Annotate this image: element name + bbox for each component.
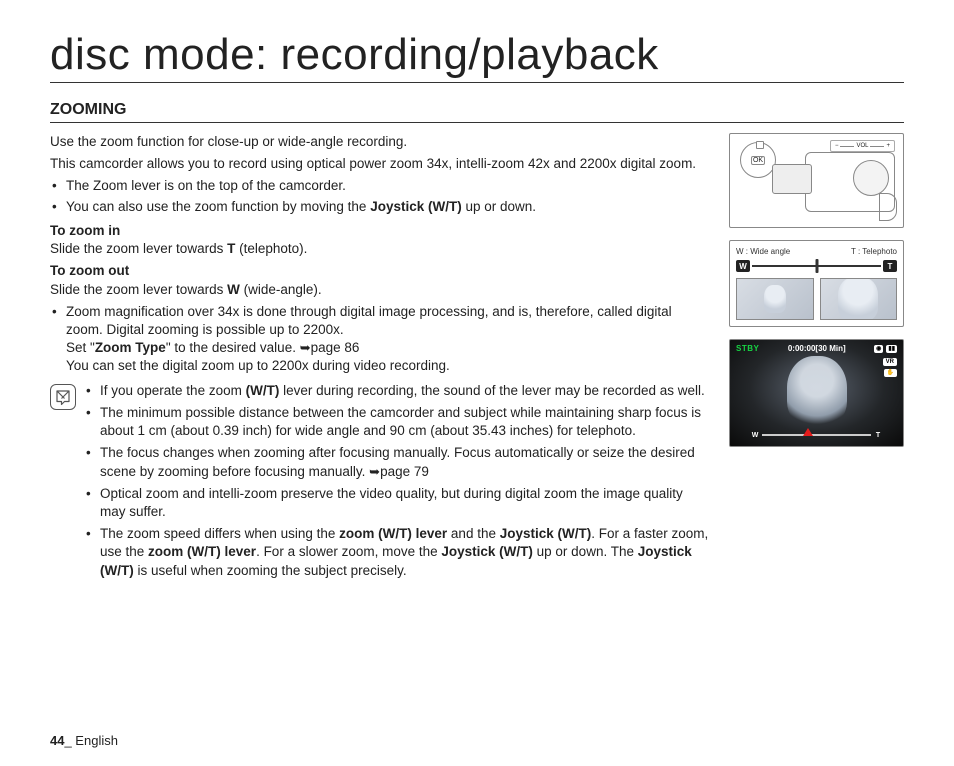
- joystick-icon: OK: [740, 142, 776, 178]
- stby-label: STBY: [736, 344, 759, 353]
- arrow-icon: ➥: [369, 464, 380, 479]
- plus: +: [886, 143, 890, 149]
- main-column: Use the zoom function for close-up or wi…: [50, 133, 709, 584]
- zoom-in-line: Slide the zoom lever towards T (telephot…: [50, 240, 709, 258]
- text: Slide the zoom lever towards: [50, 282, 227, 297]
- text: is useful when zooming the subject preci…: [134, 563, 407, 578]
- section-title: ZOOMING: [50, 101, 904, 123]
- top-bullet-2: You can also use the zoom function by mo…: [50, 198, 709, 216]
- top-bullet-1: The Zoom lever is on the top of the camc…: [50, 177, 709, 195]
- osd-zoom-track: [762, 434, 871, 436]
- text: Zoom magnification over 34x is done thro…: [66, 304, 672, 337]
- cap-t: T: [883, 260, 897, 272]
- camera-lens-icon: [853, 160, 889, 196]
- ok-label: OK: [751, 156, 765, 165]
- zoom-bar: W T: [736, 260, 897, 272]
- zoom-out-heading: To zoom out: [50, 262, 709, 280]
- note-item-1: If you operate the zoom (W/T) lever duri…: [84, 382, 709, 400]
- text: The zoom speed differs when using the: [100, 526, 339, 541]
- w-bold: W: [227, 282, 240, 297]
- wt-bold: (W/T): [246, 383, 280, 398]
- content-wrap: Use the zoom function for close-up or wi…: [50, 133, 904, 584]
- note-item-4: Optical zoom and intelli-zoom preserve t…: [84, 485, 709, 521]
- osd-zoom-pointer: [803, 428, 813, 436]
- page-ref: page 86: [311, 340, 360, 355]
- bold: zoom (W/T) lever: [148, 544, 256, 559]
- zoom-knob: [815, 259, 818, 273]
- text: " to the desired value.: [166, 340, 300, 355]
- zoom-out-bullet: Zoom magnification over 34x is done thro…: [50, 303, 709, 376]
- stabilizer-icon: ✋: [884, 369, 897, 377]
- zoom-in-heading: To zoom in: [50, 222, 709, 240]
- arrow-icon: ➥: [300, 340, 311, 355]
- minus: −: [835, 143, 839, 149]
- figure-camcorder: OK − VOL +: [729, 133, 904, 228]
- top-bullets: The Zoom lever is on the top of the camc…: [50, 177, 709, 215]
- osd-t: T: [873, 432, 883, 439]
- bold: Joystick (W/T): [500, 526, 592, 541]
- zoom-out-line: Slide the zoom lever towards W (wide-ang…: [50, 281, 709, 299]
- text: (wide-angle).: [240, 282, 322, 297]
- side-column: OK − VOL + W : Wide angle T : Telephoto W …: [729, 133, 904, 584]
- disc-icon: ◉: [874, 345, 883, 353]
- telephoto-label: T : Telephoto: [851, 247, 897, 256]
- bold: Joystick (W/T): [441, 544, 533, 559]
- text: up or down.: [462, 199, 536, 214]
- figure-zoom-scale: W : Wide angle T : Telephoto W T: [729, 240, 904, 327]
- thumb-tele: [820, 278, 898, 320]
- vr-icon: VR: [883, 358, 897, 366]
- osd-right-icons: VR ✋: [883, 358, 897, 377]
- text: The Zoom lever is on the top of the camc…: [66, 178, 346, 193]
- camera-strap-icon: [879, 193, 897, 221]
- osd-top-icons: ◉ ▮▮: [874, 345, 897, 353]
- page-ref: page 79: [380, 464, 429, 479]
- text: lever during recording, the sound of the…: [279, 383, 704, 398]
- osd-top-row: STBY 0:00:00[30 Min] ◉ ▮▮: [730, 344, 903, 353]
- text: up or down. The: [533, 544, 638, 559]
- zoom-scale-labels: W : Wide angle T : Telephoto: [736, 247, 897, 256]
- intro-line-2: This camcorder allows you to record usin…: [50, 155, 709, 173]
- note-item-3: The focus changes when zooming after foc…: [84, 444, 709, 480]
- volume-indicator: − VOL +: [830, 140, 895, 152]
- text: You can set the digital zoom up to 2200x…: [66, 358, 450, 373]
- zoom-out-bullets: Zoom magnification over 34x is done thro…: [50, 303, 709, 376]
- note-icon: [50, 384, 76, 410]
- joystick-bold: Joystick (W/T): [370, 199, 462, 214]
- text: The minimum possible distance between th…: [100, 405, 701, 438]
- text: . For a slower zoom, move the: [256, 544, 441, 559]
- note-item-2: The minimum possible distance between th…: [84, 404, 709, 440]
- text: Set ": [66, 340, 95, 355]
- zoom-type-bold: Zoom Type: [95, 340, 166, 355]
- page-number-value: 44: [50, 733, 64, 748]
- figure-osd-preview: STBY 0:00:00[30 Min] ◉ ▮▮ VR ✋ W T: [729, 339, 904, 447]
- text: If you operate the zoom: [100, 383, 246, 398]
- text: (telephoto).: [235, 241, 307, 256]
- thumb-wide: [736, 278, 814, 320]
- page-title: disc mode: recording/playback: [50, 30, 904, 83]
- battery-icon: ▮▮: [886, 345, 897, 353]
- note-list: If you operate the zoom (W/T) lever duri…: [84, 382, 709, 584]
- text: You can also use the zoom function by mo…: [66, 199, 370, 214]
- cap-w: W: [736, 260, 750, 272]
- wide-angle-label: W : Wide angle: [736, 247, 790, 256]
- subject-icon: [787, 356, 847, 426]
- osd-w: W: [750, 432, 760, 439]
- note-block: If you operate the zoom (W/T) lever duri…: [50, 382, 709, 584]
- note-item-5: The zoom speed differs when using the zo…: [84, 525, 709, 580]
- page-number: 44_ English: [50, 733, 118, 748]
- page-lang: _ English: [64, 733, 117, 748]
- text: Optical zoom and intelli-zoom preserve t…: [100, 486, 683, 519]
- zoom-thumbs: [736, 278, 897, 320]
- timecode-label: 0:00:00[30 Min]: [788, 344, 846, 353]
- text: Slide the zoom lever towards: [50, 241, 227, 256]
- vol-label: VOL: [856, 143, 868, 149]
- text: and the: [447, 526, 500, 541]
- osd-zoom-bar: W T: [750, 430, 883, 440]
- intro-line-1: Use the zoom function for close-up or wi…: [50, 133, 709, 151]
- bold: zoom (W/T) lever: [339, 526, 447, 541]
- camera-screen-icon: [772, 164, 812, 194]
